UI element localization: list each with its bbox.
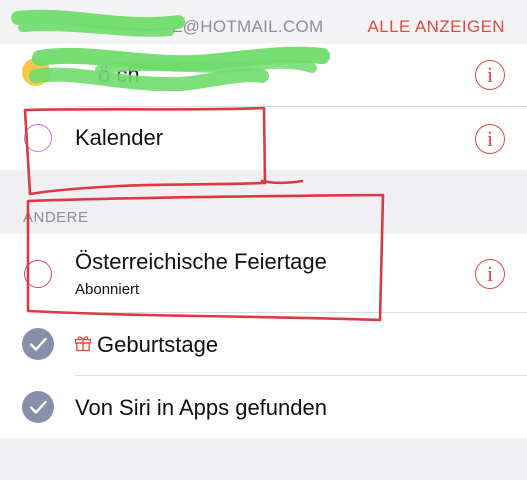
calendar-label-geburtstage: Geburtstage <box>97 332 219 357</box>
account-header: Z@HOTMAIL.COM ALLE ANZEIGEN <box>0 0 527 44</box>
calendar-row-geburtstage[interactable]: Geburtstage <box>0 313 527 375</box>
checkmark-icon <box>29 337 47 351</box>
other-calendars-section: Österreichische Feiertage Abonniert i Ge… <box>0 234 527 438</box>
calendar-checkmark-siri[interactable] <box>22 391 54 423</box>
calendar-info-button-kalender[interactable]: i <box>475 124 505 154</box>
account-calendars-section: ö ch i Kalender i <box>0 44 527 170</box>
calendar-label-feiertage: Österreichische Feiertage <box>75 249 327 274</box>
section-header-andere: ANDERE <box>23 209 89 226</box>
calendar-info-button-feiertage[interactable]: i <box>475 259 505 289</box>
redacted-calendar-row[interactable]: ö ch i <box>0 44 527 106</box>
redacted-calendar-label: ö ch <box>98 62 140 87</box>
redacted-calendar-info-button[interactable]: i <box>475 60 505 90</box>
calendar-row-siri[interactable]: Von Siri in Apps gefunden <box>0 376 527 438</box>
account-email: Z@HOTMAIL.COM <box>172 17 324 36</box>
show-all-button[interactable]: ALLE ANZEIGEN <box>368 17 505 37</box>
calendar-color-dot <box>22 58 50 86</box>
gift-icon <box>74 336 92 352</box>
calendar-toggle-feiertage[interactable] <box>24 260 52 288</box>
calendar-checkmark-geburtstage[interactable] <box>22 328 54 360</box>
calendar-row-feiertage[interactable]: Österreichische Feiertage Abonniert i <box>0 234 527 312</box>
calendar-row-kalender[interactable]: Kalender i <box>0 107 527 170</box>
calendar-subtitle-feiertage: Abonniert <box>75 281 140 298</box>
calendar-label-siri: Von Siri in Apps gefunden <box>75 395 327 420</box>
calendar-label-kalender: Kalender <box>75 125 164 150</box>
calendar-toggle-kalender[interactable] <box>24 124 52 152</box>
checkmark-icon <box>29 400 47 414</box>
